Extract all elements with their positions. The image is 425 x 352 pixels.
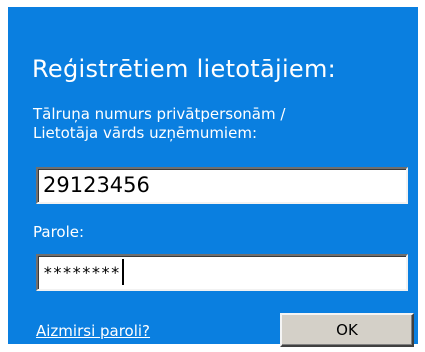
login-panel: Reģistrētiem lietotājiem: Tālruņa numurs… — [8, 7, 418, 347]
username-input[interactable]: 29123456 — [36, 167, 408, 204]
username-label-line2: Lietotāja vārds uzņēmumiem: — [33, 124, 257, 142]
ok-button[interactable]: OK — [280, 313, 414, 347]
password-value: ******** — [43, 263, 121, 282]
password-label: Parole: — [33, 223, 85, 241]
password-input[interactable]: ******** — [36, 254, 408, 291]
login-title: Reģistrētiem lietotājiem: — [32, 55, 337, 83]
username-label-line1: Tālruņa numurs privātpersonām / — [33, 105, 286, 123]
text-caret — [122, 259, 125, 285]
username-value: 29123456 — [43, 173, 150, 197]
forgot-password-link[interactable]: Aizmirsi paroli? — [36, 322, 150, 340]
username-label: Tālruņa numurs privātpersonām / Lietotāj… — [33, 105, 285, 143]
